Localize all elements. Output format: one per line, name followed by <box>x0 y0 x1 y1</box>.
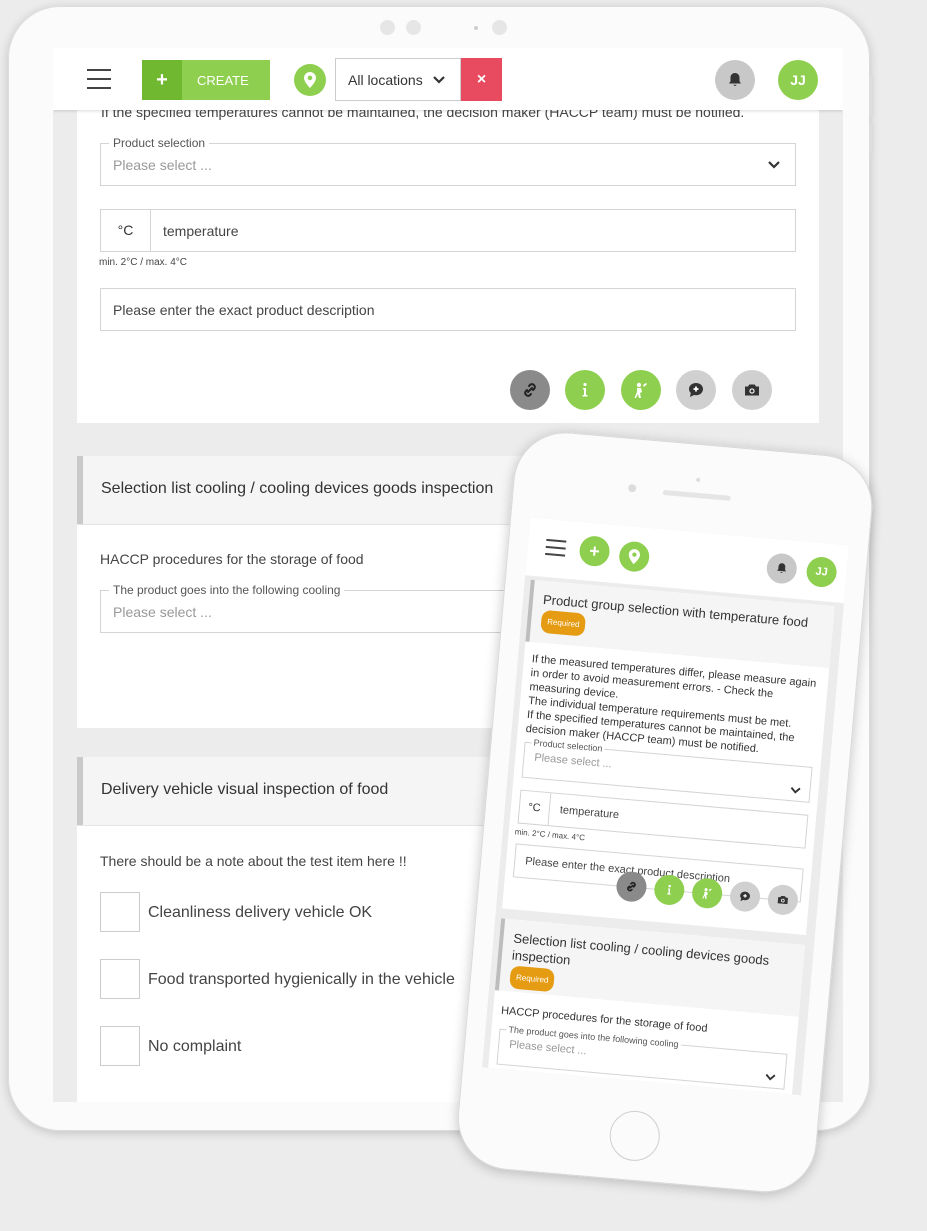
temperature-hint: min. 2°C / max. 4°C <box>99 257 188 268</box>
user-avatar[interactable]: JJ <box>805 555 838 589</box>
menu-icon[interactable] <box>545 538 567 557</box>
checkbox-cleanliness[interactable] <box>100 892 140 932</box>
bell-icon <box>777 563 787 573</box>
location-value: All locations <box>348 72 423 88</box>
product-description-input[interactable]: Please enter the exact product descripti… <box>100 288 796 331</box>
assign-person-button[interactable] <box>621 370 661 410</box>
cooling-select-placeholder: Please select ... <box>113 604 212 620</box>
card-subtitle: HACCP procedures for the storage of food <box>100 551 364 567</box>
product-selection-select[interactable]: Product selection Please select ... <box>100 136 796 186</box>
phone-device: + JJ Product group selection with temper… <box>451 428 927 1231</box>
phone-sensor <box>695 477 701 483</box>
temperature-unit: °C <box>518 790 552 826</box>
person-icon <box>702 888 712 899</box>
temperature-input[interactable]: °C temperature <box>100 209 796 252</box>
comment-plus-icon <box>689 383 703 397</box>
tablet-side-button <box>870 76 874 116</box>
checkbox-label: Food transported hygienically in the veh… <box>148 971 455 988</box>
product-selection-placeholder: Please select ... <box>533 751 613 771</box>
phone-cooling-selection-card: Selection list cooling / cooling devices… <box>487 918 806 1096</box>
link-icon <box>627 881 636 892</box>
clear-location-button[interactable]: × <box>461 58 502 101</box>
product-selection-placeholder: Please select ... <box>113 157 212 173</box>
link-icon <box>524 383 536 397</box>
phone-speaker <box>662 489 731 501</box>
plus-icon: + <box>588 540 601 562</box>
tablet-side-button <box>870 124 874 154</box>
cooling-select[interactable]: The product goes into the following cool… <box>496 1024 788 1090</box>
app-bar: + CREATE All locations × JJ <box>53 48 843 110</box>
create-button[interactable]: + <box>578 534 611 568</box>
card-note: There should be a note about the test it… <box>100 853 407 869</box>
camera-button[interactable] <box>732 370 772 410</box>
chevron-down-icon <box>790 787 801 794</box>
user-avatar[interactable]: JJ <box>778 60 818 100</box>
link-button[interactable] <box>510 370 550 410</box>
temperature-placeholder: temperature <box>163 223 239 239</box>
info-button[interactable] <box>565 370 605 410</box>
location-pin-icon[interactable] <box>294 64 326 96</box>
temperature-placeholder: temperature <box>559 804 620 822</box>
phone-frame: + JJ Product group selection with temper… <box>453 428 877 1197</box>
notifications-button[interactable] <box>715 60 755 100</box>
temperature-hint: min. 2°C / max. 4°C <box>514 827 586 843</box>
location-select[interactable]: All locations <box>335 58 461 101</box>
checkbox-label: No complaint <box>148 1038 242 1055</box>
chevron-down-icon <box>433 76 445 84</box>
checkbox-no-complaint[interactable] <box>100 1026 140 1066</box>
product-description-placeholder: Please enter the exact product descripti… <box>113 302 375 318</box>
bell-icon <box>729 73 741 86</box>
cooling-select-placeholder: Please select ... <box>508 1038 588 1058</box>
temperature-unit: °C <box>101 210 151 251</box>
card-title: Selection list cooling / cooling devices… <box>101 480 494 497</box>
required-badge: Required <box>540 609 587 637</box>
close-icon: × <box>476 71 487 88</box>
cooling-select-label: The product goes into the following cool… <box>109 583 345 597</box>
add-comment-button[interactable] <box>676 370 716 410</box>
checkbox-label: Cleanliness delivery vehicle OK <box>148 904 373 921</box>
person-icon <box>634 382 647 398</box>
checkbox-hygienic-transport[interactable] <box>100 959 140 999</box>
camera-icon <box>777 895 788 905</box>
camera-icon <box>745 384 759 396</box>
phone-camera <box>627 483 637 493</box>
tablet-sensor <box>380 20 395 35</box>
required-badge: Required <box>509 965 556 993</box>
location-pin-icon[interactable] <box>617 540 651 573</box>
tablet-sensor <box>406 20 421 35</box>
comment-plus-icon <box>740 891 750 902</box>
product-selection-label: Product selection <box>109 136 210 150</box>
tablet-camera <box>474 26 478 30</box>
card-title: Selection list cooling / cooling devices… <box>511 930 770 968</box>
chevron-down-icon <box>765 1073 776 1081</box>
tablet-sensor <box>492 20 507 35</box>
phone-home-button[interactable] <box>607 1108 662 1163</box>
card-title: Delivery vehicle visual inspection of fo… <box>101 781 389 798</box>
phone-screen: + JJ Product group selection with temper… <box>482 517 850 1096</box>
plus-icon: + <box>142 60 182 100</box>
chevron-down-icon <box>768 161 780 169</box>
info-icon <box>667 884 671 895</box>
info-icon <box>582 382 588 397</box>
menu-icon[interactable] <box>87 69 111 89</box>
create-button[interactable]: + CREATE <box>142 60 270 100</box>
create-label: CREATE <box>197 73 249 88</box>
notifications-button[interactable] <box>765 552 799 585</box>
card-header: Selection list cooling / cooling devices… <box>494 918 806 1017</box>
